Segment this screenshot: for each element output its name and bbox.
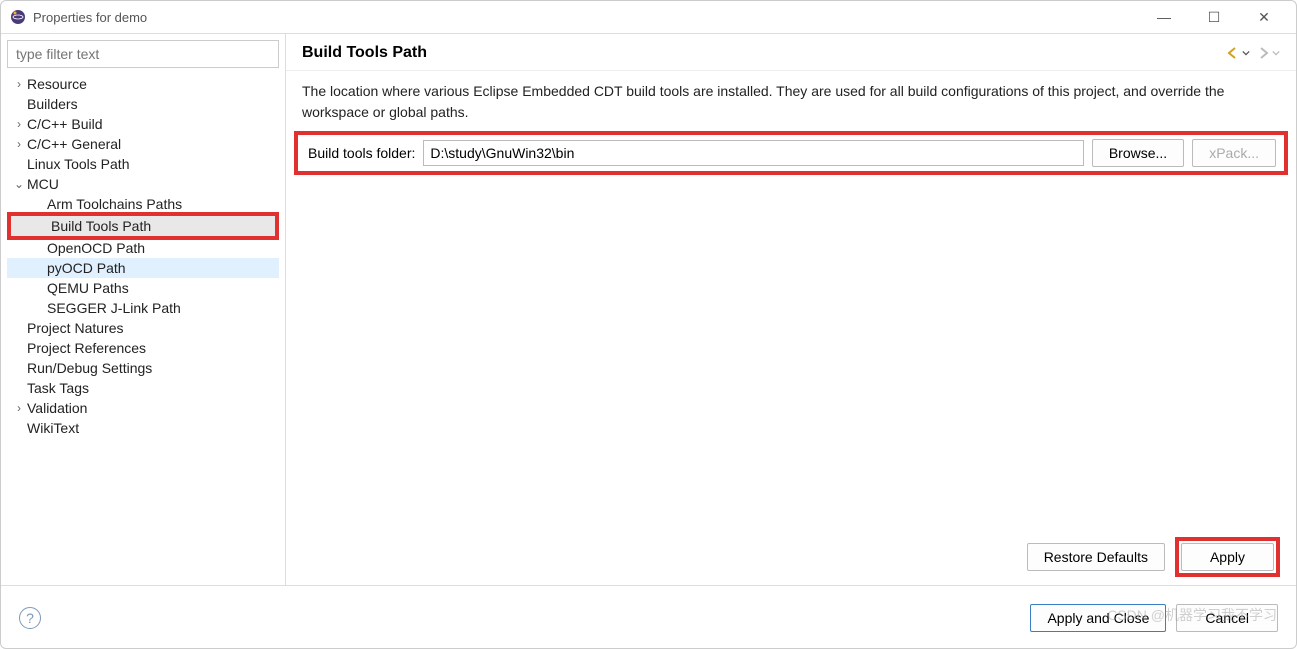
tree-item-project-natures[interactable]: Project Natures xyxy=(7,318,279,338)
tree-item-label: pyOCD Path xyxy=(47,260,126,276)
tree-item-qemu-paths[interactable]: QEMU Paths xyxy=(7,278,279,298)
tree-item-label: OpenOCD Path xyxy=(47,240,145,256)
forward-dropdown-icon[interactable] xyxy=(1272,46,1280,60)
tree-item-arm-toolchains-paths[interactable]: Arm Toolchains Paths xyxy=(7,194,279,214)
tree-item-label: MCU xyxy=(27,176,59,192)
tree-item-label: Builders xyxy=(27,96,78,112)
category-tree: ›ResourceBuilders›C/C++ Build›C/C++ Gene… xyxy=(7,74,279,438)
build-tools-folder-row: Build tools folder: Browse... xPack... xyxy=(298,135,1284,171)
tree-item-label: Validation xyxy=(27,400,87,416)
tree-item-resource[interactable]: ›Resource xyxy=(7,74,279,94)
tree-item-label: Linux Tools Path xyxy=(27,156,129,172)
tree-item-label: Build Tools Path xyxy=(51,218,151,234)
tree-item-wikitext[interactable]: WikiText xyxy=(7,418,279,438)
back-icon[interactable] xyxy=(1226,46,1240,60)
twisty-icon[interactable]: › xyxy=(11,77,27,91)
twisty-icon[interactable]: › xyxy=(11,137,27,151)
page-description: The location where various Eclipse Embed… xyxy=(286,71,1296,131)
apply-button[interactable]: Apply xyxy=(1181,543,1274,571)
tree-item-task-tags[interactable]: Task Tags xyxy=(7,378,279,398)
footer: ? Apply and Close Cancel xyxy=(1,585,1296,649)
page-heading: Build Tools Path xyxy=(302,44,1226,62)
apply-and-close-button[interactable]: Apply and Close xyxy=(1030,604,1166,632)
nav-icons xyxy=(1226,46,1280,60)
bottom-buttons: Restore Defaults Apply xyxy=(286,529,1296,585)
tree-item-build-tools-path[interactable]: Build Tools Path xyxy=(11,216,275,236)
maximize-button[interactable]: ☐ xyxy=(1198,9,1230,26)
build-tools-folder-label: Build tools folder: xyxy=(308,145,415,161)
tree-item-c-c-general[interactable]: ›C/C++ General xyxy=(7,134,279,154)
browse-button[interactable]: Browse... xyxy=(1092,139,1184,167)
tree-item-c-c-build[interactable]: ›C/C++ Build xyxy=(7,114,279,134)
content-pane: Build Tools Path The location where vari… xyxy=(286,34,1296,585)
sidebar: ›ResourceBuilders›C/C++ Build›C/C++ Gene… xyxy=(1,34,286,585)
tree-item-label: Arm Toolchains Paths xyxy=(47,196,182,212)
tree-item-label: Project Natures xyxy=(27,320,123,336)
restore-defaults-button[interactable]: Restore Defaults xyxy=(1027,543,1165,571)
window-controls: — ☐ ✕ xyxy=(1148,9,1280,26)
twisty-icon[interactable]: › xyxy=(11,401,27,415)
xpack-button: xPack... xyxy=(1192,139,1276,167)
highlighted-tree-item: Build Tools Path xyxy=(7,212,279,240)
cancel-button[interactable]: Cancel xyxy=(1176,604,1278,632)
close-button[interactable]: ✕ xyxy=(1248,9,1280,26)
eclipse-icon xyxy=(9,8,27,26)
minimize-button[interactable]: — xyxy=(1148,9,1180,26)
twisty-icon[interactable]: ⌄ xyxy=(11,177,27,191)
tree-item-run-debug-settings[interactable]: Run/Debug Settings xyxy=(7,358,279,378)
tree-item-label: Run/Debug Settings xyxy=(27,360,152,376)
tree-item-label: Resource xyxy=(27,76,87,92)
tree-item-builders[interactable]: Builders xyxy=(7,94,279,114)
tree-item-validation[interactable]: ›Validation xyxy=(7,398,279,418)
tree-item-project-references[interactable]: Project References xyxy=(7,338,279,358)
tree-item-label: C/C++ General xyxy=(27,136,121,152)
tree-item-label: Project References xyxy=(27,340,146,356)
back-dropdown-icon[interactable] xyxy=(1242,46,1250,60)
highlighted-form-area: Build tools folder: Browse... xPack... xyxy=(294,131,1288,175)
tree-item-pyocd-path[interactable]: pyOCD Path xyxy=(7,258,279,278)
tree-item-label: Task Tags xyxy=(27,380,89,396)
twisty-icon[interactable]: › xyxy=(11,117,27,131)
tree-item-label: C/C++ Build xyxy=(27,116,102,132)
content-header: Build Tools Path xyxy=(286,34,1296,71)
tree-item-linux-tools-path[interactable]: Linux Tools Path xyxy=(7,154,279,174)
forward-icon[interactable] xyxy=(1256,46,1270,60)
build-tools-folder-input[interactable] xyxy=(423,140,1083,166)
tree-item-label: QEMU Paths xyxy=(47,280,129,296)
window-title: Properties for demo xyxy=(33,10,1148,25)
tree-item-segger-j-link-path[interactable]: SEGGER J-Link Path xyxy=(7,298,279,318)
tree-item-openocd-path[interactable]: OpenOCD Path xyxy=(7,238,279,258)
help-icon[interactable]: ? xyxy=(19,607,41,629)
tree-item-mcu[interactable]: ⌄MCU xyxy=(7,174,279,194)
filter-input[interactable] xyxy=(7,40,279,68)
tree-item-label: SEGGER J-Link Path xyxy=(47,300,181,316)
titlebar: Properties for demo — ☐ ✕ xyxy=(1,1,1296,33)
tree-item-label: WikiText xyxy=(27,420,79,436)
highlighted-apply: Apply xyxy=(1175,537,1280,577)
